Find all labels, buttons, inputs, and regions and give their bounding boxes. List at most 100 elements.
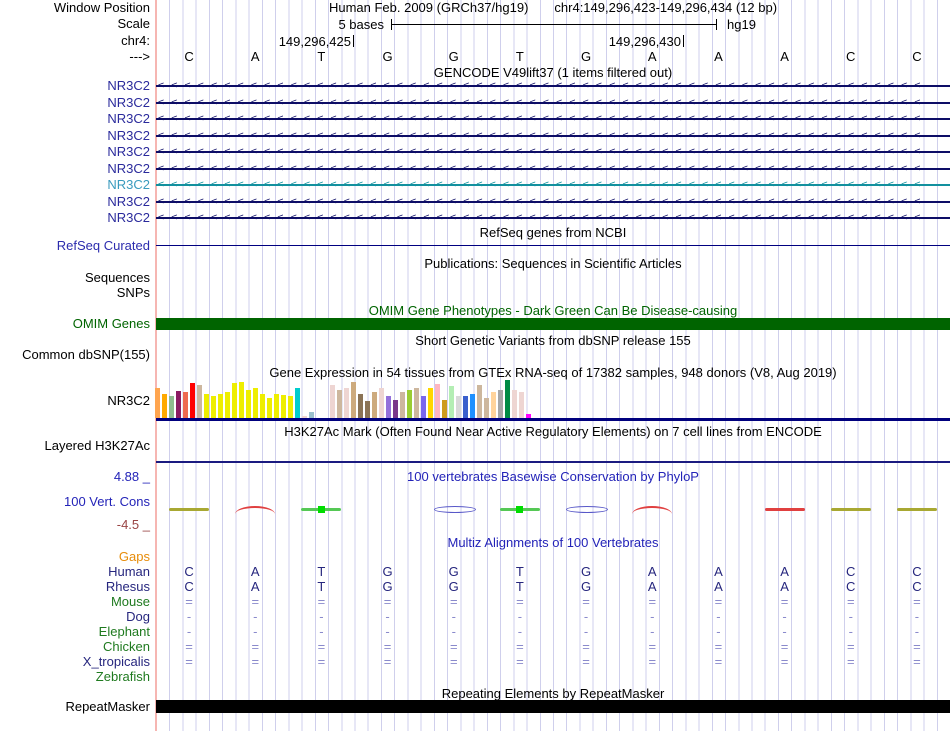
gtex-tissue-bar[interactable]	[505, 380, 510, 418]
gtex-tissue-bar[interactable]	[393, 400, 398, 418]
gtex-tissue-bar[interactable]	[176, 391, 181, 418]
gene-label-nr3c2[interactable]: NR3C2	[0, 95, 150, 110]
gene-label-nr3c2[interactable]: NR3C2	[0, 161, 150, 176]
multiz-alignment-cell: -	[451, 609, 456, 624]
phylop-track-label[interactable]: 100 Vert. Cons	[0, 495, 150, 509]
gtex-tissue-bar[interactable]	[155, 388, 160, 418]
refseq-gene-line[interactable]	[156, 245, 950, 246]
gtex-tissue-bar[interactable]	[484, 398, 489, 418]
gtex-tissue-bar[interactable]	[190, 383, 195, 418]
gtex-tissue-bar[interactable]	[519, 392, 524, 418]
multiz-alignment-cell: -	[385, 624, 390, 639]
multiz-alignment-cell: -	[716, 624, 721, 639]
publications-snps-label[interactable]: SNPs	[0, 286, 150, 300]
repeatmasker-element-bar[interactable]	[156, 700, 950, 713]
gtex-tissue-bar[interactable]	[232, 383, 237, 418]
gene-label-nr3c2[interactable]: NR3C2	[0, 211, 150, 225]
gene-strand-arrows: <<<<<<<<<<<<<<<<<<<<<<<<<<<<<<<<<<<<<<<<…	[158, 129, 928, 141]
gtex-track-title: Gene Expression in 54 tissues from GTEx …	[269, 365, 837, 380]
gtex-tissue-bar[interactable]	[477, 385, 482, 418]
multiz-species-label-human[interactable]: Human	[0, 565, 150, 579]
gtex-tissue-bar[interactable]	[337, 390, 342, 418]
phylop-mark-dash	[896, 508, 937, 511]
gtex-tissue-bar[interactable]	[400, 392, 405, 418]
gtex-tissue-bar[interactable]	[372, 392, 377, 418]
multiz-species-label-mouse[interactable]: Mouse	[0, 595, 150, 609]
gtex-tissue-bar[interactable]	[267, 398, 272, 418]
gtex-tissue-bar[interactable]	[183, 392, 188, 418]
multiz-alignment-cell: =	[185, 654, 193, 669]
gtex-tissue-bar[interactable]	[386, 396, 391, 418]
gtex-tissue-bar[interactable]	[407, 390, 412, 418]
h3k27ac-label[interactable]: Layered H3K27Ac	[0, 439, 150, 453]
gtex-tissue-bar[interactable]	[218, 394, 223, 418]
multiz-species-label-elephant[interactable]: Elephant	[0, 625, 150, 639]
gtex-tissue-bar[interactable]	[211, 396, 216, 418]
gtex-tissue-bar[interactable]	[365, 401, 370, 418]
gene-label-nr3c2[interactable]: NR3C2	[0, 79, 150, 93]
multiz-species-label-zebrafish[interactable]: Zebrafish	[0, 670, 150, 684]
multiz-species-label-dog[interactable]: Dog	[0, 610, 150, 624]
gtex-tissue-bar[interactable]	[498, 390, 503, 418]
gtex-tissue-bar[interactable]	[281, 395, 286, 418]
gtex-tissue-bar[interactable]	[253, 388, 258, 418]
gtex-tissue-bar[interactable]	[428, 388, 433, 418]
gtex-tissue-bar[interactable]	[456, 396, 461, 418]
phylop-mark-dash	[764, 508, 805, 511]
multiz-species-label-rhesus[interactable]: Rhesus	[0, 580, 150, 594]
ruler-tick-right	[683, 35, 684, 47]
window-position-label: Window Position	[53, 0, 150, 15]
dbsnp-label[interactable]: Common dbSNP(155)	[0, 348, 150, 362]
gtex-tissue-bar[interactable]	[421, 396, 426, 418]
multiz-alignment-cell: =	[251, 639, 260, 654]
gtex-tissue-bar[interactable]	[512, 390, 517, 418]
gtex-tissue-bar[interactable]	[246, 390, 251, 418]
multiz-alignment-cell: =	[582, 639, 590, 654]
gene-label-nr3c2[interactable]: NR3C2	[0, 128, 150, 143]
gtex-tissue-bar[interactable]	[463, 396, 468, 418]
gtex-tissue-bar[interactable]	[442, 400, 447, 418]
omim-gene-bar[interactable]	[156, 318, 950, 330]
gtex-gene-label[interactable]: NR3C2	[0, 394, 150, 408]
gtex-tissue-bar[interactable]	[239, 382, 244, 418]
multiz-alignment-cell: -	[848, 624, 853, 639]
gtex-tissue-bar[interactable]	[197, 385, 202, 418]
gtex-tissue-bar[interactable]	[491, 392, 496, 418]
gtex-tissue-bar[interactable]	[344, 388, 349, 418]
multiz-species-label-gaps[interactable]: Gaps	[0, 550, 150, 564]
gtex-tissue-bar[interactable]	[288, 396, 293, 418]
gtex-tissue-bar[interactable]	[225, 392, 230, 418]
refseq-curated-label[interactable]: RefSeq Curated	[0, 239, 150, 253]
gtex-tissue-bar[interactable]	[351, 382, 356, 418]
gtex-tissue-bar[interactable]	[274, 394, 279, 418]
h3k27ac-signal-baseline[interactable]	[156, 461, 950, 463]
omim-genes-label[interactable]: OMIM Genes	[0, 317, 150, 331]
gtex-tissue-bar[interactable]	[295, 388, 300, 418]
gene-label-nr3c2[interactable]: NR3C2	[0, 194, 150, 209]
gtex-tissue-bar[interactable]	[379, 388, 384, 418]
gene-label-nr3c2[interactable]: NR3C2	[0, 178, 150, 192]
gencode-track-title: GENCODE V49lift37 (1 items filtered out)	[433, 65, 673, 80]
gtex-tissue-bar[interactable]	[204, 394, 209, 418]
gene-label-nr3c2[interactable]: NR3C2	[0, 112, 150, 126]
gtex-tissue-bar[interactable]	[260, 394, 265, 418]
gtex-tissue-bar[interactable]	[435, 384, 440, 418]
multiz-alignment-cell: -	[716, 609, 721, 624]
publications-sequences-label[interactable]: Sequences	[0, 271, 150, 285]
multiz-alignment-cell: -	[848, 609, 853, 624]
position-title: chr4:149,296,423-149,296,434 (12 bp)	[554, 0, 778, 15]
gene-label-nr3c2[interactable]: NR3C2	[0, 145, 150, 159]
repeatmasker-label[interactable]: RepeatMasker	[0, 700, 150, 714]
multiz-species-label-chicken[interactable]: Chicken	[0, 640, 150, 654]
gtex-tissue-bar[interactable]	[330, 385, 335, 418]
gtex-tissue-bar[interactable]	[414, 388, 419, 418]
gtex-tissue-bar[interactable]	[358, 394, 363, 418]
gtex-tissue-bar[interactable]	[169, 396, 174, 418]
multiz-alignment-cell: -	[385, 609, 390, 624]
multiz-alignment-cell: A	[250, 579, 260, 594]
gtex-tissue-bar[interactable]	[162, 394, 167, 418]
multiz-alignment-cell: =	[714, 654, 723, 669]
gtex-tissue-bar[interactable]	[470, 394, 475, 418]
multiz-species-label-x_tropicalis[interactable]: X_tropicalis	[0, 655, 150, 669]
gtex-tissue-bar[interactable]	[449, 386, 454, 418]
